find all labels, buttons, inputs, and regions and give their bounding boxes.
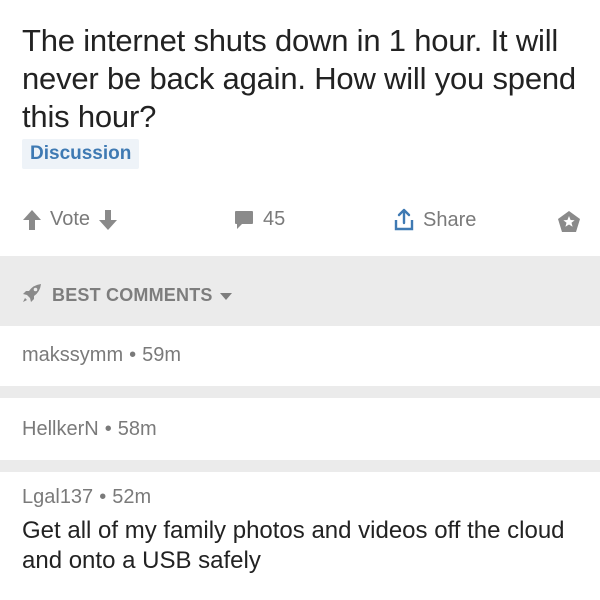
comment-age: 52m <box>112 486 152 508</box>
comment-author[interactable]: HellkerN <box>22 418 99 440</box>
sort-selector[interactable]: BEST COMMENTS <box>20 281 233 310</box>
comment-meta: Lgal137 • 52m <box>22 486 151 509</box>
comment-icon <box>233 209 255 231</box>
sort-bar[interactable]: BEST COMMENTS <box>0 256 600 326</box>
comment[interactable]: makssymm • 59m <box>0 326 600 386</box>
share-label: Share <box>423 208 477 231</box>
comment-author[interactable]: Lgal137 <box>22 486 93 508</box>
post-action-bar: Vote 45 Share <box>0 200 600 244</box>
save-button[interactable] <box>556 209 582 235</box>
comment[interactable]: HellkerN • 58m <box>0 398 600 460</box>
meta-separator: • <box>99 486 107 508</box>
comment-author[interactable]: makssymm <box>22 344 123 366</box>
caret-down-icon <box>219 285 233 306</box>
share-button[interactable]: Share <box>393 208 484 232</box>
post-flair[interactable]: Discussion <box>22 139 140 169</box>
comment-divider <box>0 386 600 398</box>
sort-label: BEST COMMENTS <box>52 285 213 305</box>
rocket-icon <box>20 281 44 310</box>
comment-body: Get all of my family photos and videos o… <box>22 517 565 574</box>
comments-button[interactable]: 45 <box>233 208 293 231</box>
vote-group: Vote <box>22 208 118 231</box>
comment-count: 45 <box>263 208 286 230</box>
save-icon <box>556 209 582 235</box>
meta-separator: • <box>104 418 112 440</box>
vote-label: Vote <box>50 208 91 230</box>
post-page: The internet shuts down in 1 hour. It wi… <box>0 0 600 600</box>
comment-divider <box>0 460 600 472</box>
downvote-icon[interactable] <box>98 209 118 231</box>
comment-age: 58m <box>117 418 157 440</box>
share-icon <box>393 208 415 232</box>
post-title: The internet shuts down in 1 hour. It wi… <box>22 23 576 134</box>
comment-meta: HellkerN • 58m <box>22 418 157 441</box>
comment-meta: makssymm • 59m <box>22 344 181 367</box>
comment[interactable]: Lgal137 • 52m Get all of my family photos … <box>0 472 600 600</box>
meta-separator: • <box>129 344 137 366</box>
upvote-icon[interactable] <box>22 209 42 231</box>
comment-age: 59m <box>142 344 182 366</box>
